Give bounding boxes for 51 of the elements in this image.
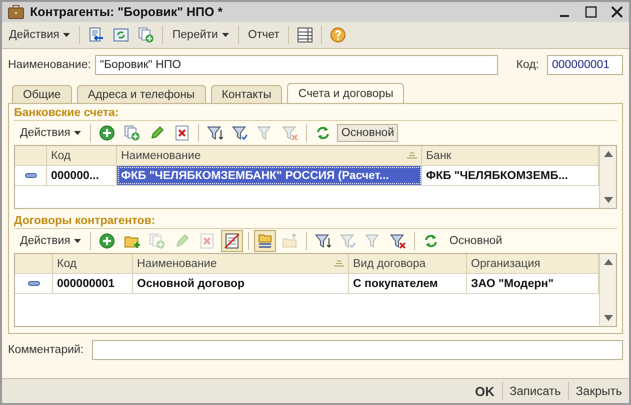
menu-button[interactable]: Действия xyxy=(16,232,86,250)
name-field[interactable]: "Боровик" НПО xyxy=(94,55,498,75)
tab[interactable]: Адреса и телефоны xyxy=(76,85,206,103)
tab[interactable]: Общие xyxy=(12,85,72,103)
close-icon[interactable] xyxy=(611,6,623,18)
footer-button[interactable]: Записать xyxy=(506,382,564,400)
briefcase-icon xyxy=(8,5,24,19)
menu-button[interactable]: Перейти xyxy=(168,26,233,44)
section-title: Банковские счета: xyxy=(14,107,617,121)
column-header[interactable]: Код xyxy=(53,254,133,273)
name-label: Наименование: xyxy=(8,59,91,71)
comment-field[interactable] xyxy=(92,340,623,360)
scroll-up-icon[interactable] xyxy=(604,151,612,157)
table-cell[interactable]: 000000001 xyxy=(53,274,133,293)
folder-icon[interactable] xyxy=(254,230,276,252)
column-header[interactable]: Вид договора xyxy=(349,254,467,273)
toolbar-button[interactable]: Основной xyxy=(337,124,398,142)
table-cell[interactable]: С покупателем xyxy=(349,274,467,293)
comment-label: Комментарий: xyxy=(8,344,85,356)
hierarchy-off-icon[interactable] xyxy=(221,230,244,252)
section-title: Договоры контрагентов: xyxy=(14,215,617,229)
column-header[interactable]: Наименование xyxy=(117,146,422,165)
menu-button[interactable]: Действия xyxy=(16,124,86,142)
column-header[interactable]: Код xyxy=(47,146,117,165)
maximize-icon[interactable] xyxy=(585,6,597,18)
code-label: Код: xyxy=(516,59,539,71)
table-cell[interactable]: ФКБ "ЧЕЛЯБКОМЗЕМБАНК" РОССИЯ (Расчет... xyxy=(117,166,422,185)
scroll-down-icon[interactable] xyxy=(604,315,612,321)
caret-icon xyxy=(74,239,82,243)
menu-button[interactable]: Действия xyxy=(5,26,74,44)
scroll-up-icon[interactable] xyxy=(604,259,612,265)
table-cell[interactable]: Основной договор xyxy=(133,274,349,293)
caret-icon xyxy=(74,131,82,135)
scrollbar[interactable] xyxy=(599,146,616,208)
scroll-down-icon[interactable] xyxy=(604,197,612,203)
window-title: Контрагенты: "Боровик" НПО * xyxy=(30,5,224,19)
caret-icon xyxy=(222,33,229,37)
footer-button[interactable]: Закрыть xyxy=(572,382,625,400)
tab[interactable]: Счета и договоры xyxy=(287,83,404,103)
item-icon xyxy=(24,173,36,178)
sort-icon xyxy=(334,260,344,267)
toolbar-button[interactable]: Отчет xyxy=(244,26,284,44)
sort-icon xyxy=(407,152,417,159)
scrollbar[interactable] xyxy=(599,254,616,326)
footer-button[interactable]: OK xyxy=(472,382,498,400)
column-header[interactable]: Наименование xyxy=(133,254,349,273)
tab[interactable]: Контакты xyxy=(210,85,282,103)
toolbar-button[interactable]: Основной xyxy=(445,232,506,250)
item-icon xyxy=(28,281,40,286)
code-field[interactable]: 000000001 xyxy=(547,55,623,75)
caret-icon xyxy=(63,33,70,37)
